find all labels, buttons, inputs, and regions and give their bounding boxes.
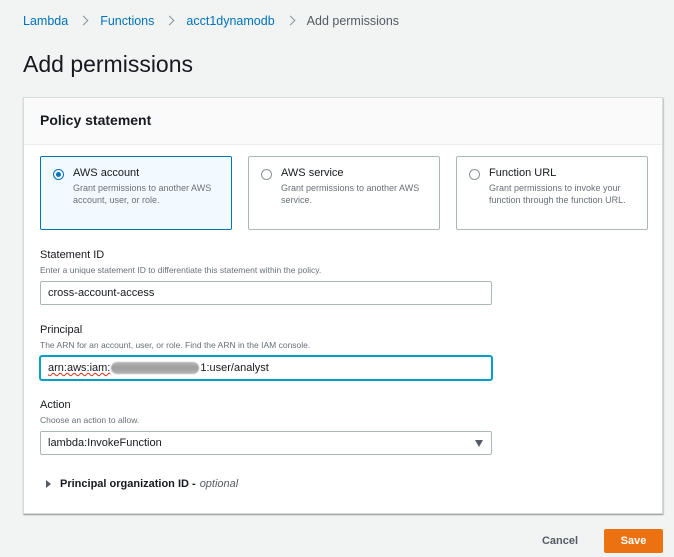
action-select[interactable]: lambda:InvokeFunction — [40, 431, 492, 455]
principal-org-id-expander[interactable]: Principal organization ID - optional — [46, 478, 238, 490]
cancel-button[interactable]: Cancel — [530, 529, 590, 553]
optional-label: optional — [199, 478, 239, 490]
principal-label: Principal — [40, 324, 83, 336]
panel-title: Policy statement — [40, 112, 152, 128]
chevron-right-icon — [282, 13, 300, 29]
tile-description: Grant permissions to another AWS service… — [281, 183, 420, 205]
panel-header: Policy statement — [24, 98, 662, 145]
principal-description: The ARN for an account, user, or role. F… — [40, 340, 311, 350]
tile-title: Function URL — [489, 167, 557, 179]
page-title: Add permissions — [23, 51, 194, 77]
principal-input[interactable]: arn:aws:iam: 1:user/analyst — [40, 356, 492, 380]
tile-description: Grant permissions to invoke your functio… — [489, 183, 626, 205]
radio-aws-account[interactable] — [53, 169, 64, 180]
principal-type-tiles: AWS account Grant permissions to another… — [40, 156, 648, 230]
breadcrumb: Lambda Functions acct1dynamodb Add permi… — [23, 13, 399, 29]
chevron-right-icon — [161, 13, 179, 29]
breadcrumb-lambda[interactable]: Lambda — [23, 13, 68, 29]
policy-statement-panel: Policy statement AWS account Grant permi… — [23, 97, 663, 514]
breadcrumb-functions[interactable]: Functions — [100, 13, 154, 29]
action-description: Choose an action to allow. — [40, 415, 140, 425]
tile-title: AWS service — [281, 167, 344, 179]
caret-down-icon — [475, 440, 483, 447]
tile-aws-account[interactable]: AWS account Grant permissions to another… — [40, 156, 232, 230]
tile-title: AWS account — [73, 167, 140, 179]
statement-id-input[interactable]: cross-account-access — [40, 281, 492, 305]
principal-value-prefix: arn:aws:iam: — [48, 362, 111, 374]
breadcrumb-function-name[interactable]: acct1dynamodb — [186, 13, 274, 29]
chevron-right-icon — [75, 13, 93, 29]
radio-function-url[interactable] — [469, 169, 480, 180]
save-button[interactable]: Save — [604, 529, 663, 553]
principal-org-id-label: Principal organization ID - — [60, 478, 196, 490]
tile-aws-service[interactable]: AWS service Grant permissions to another… — [248, 156, 440, 230]
action-label: Action — [40, 399, 71, 411]
breadcrumb-current: Add permissions — [306, 14, 400, 28]
redacted-account-id — [111, 362, 200, 374]
tile-description: Grant permissions to another AWS account… — [73, 183, 212, 205]
statement-id-field: Statement ID Enter a unique statement ID… — [40, 249, 492, 305]
caret-right-icon — [46, 480, 51, 488]
action-field: Action Choose an action to allow. lambda… — [40, 399, 492, 455]
radio-aws-service[interactable] — [261, 169, 272, 180]
principal-field: Principal The ARN for an account, user, … — [40, 324, 492, 380]
principal-value-suffix: 1:user/analyst — [200, 362, 269, 374]
action-select-value: lambda:InvokeFunction — [48, 437, 162, 449]
statement-id-description: Enter a unique statement ID to different… — [40, 265, 322, 275]
tile-function-url[interactable]: Function URL Grant permissions to invoke… — [456, 156, 648, 230]
statement-id-label: Statement ID — [40, 249, 105, 261]
